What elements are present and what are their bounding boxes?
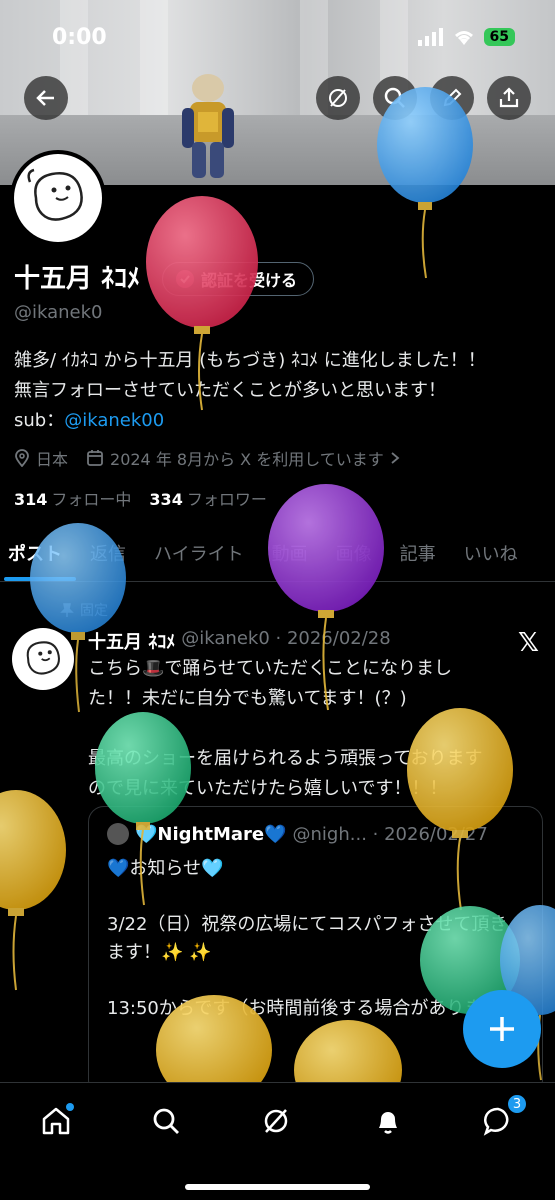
- balloon-yellow: [0, 790, 66, 991]
- search-icon: [153, 1108, 179, 1134]
- bell-icon: [379, 1112, 397, 1134]
- nav-notifications[interactable]: [368, 1101, 408, 1141]
- messages-badge: 3: [506, 1093, 528, 1115]
- balloon-blue: [377, 87, 473, 279]
- nav-grok[interactable]: [256, 1101, 296, 1141]
- nav-messages[interactable]: 3: [478, 1093, 528, 1141]
- grok-icon: [264, 1109, 288, 1133]
- bottom-navigation: 3: [0, 1082, 555, 1200]
- plus-icon: [490, 1017, 514, 1041]
- home-notification-dot: [66, 1103, 74, 1111]
- nav-search[interactable]: [146, 1101, 186, 1141]
- balloon-yellow: [407, 708, 513, 911]
- nav-home[interactable]: [36, 1101, 76, 1141]
- compose-post-button[interactable]: [463, 990, 541, 1068]
- home-indicator: [185, 1184, 370, 1190]
- balloon-blue: [30, 523, 126, 713]
- balloon-purple: [268, 484, 384, 711]
- balloon-green: [95, 712, 191, 906]
- balloon-red: [146, 196, 258, 411]
